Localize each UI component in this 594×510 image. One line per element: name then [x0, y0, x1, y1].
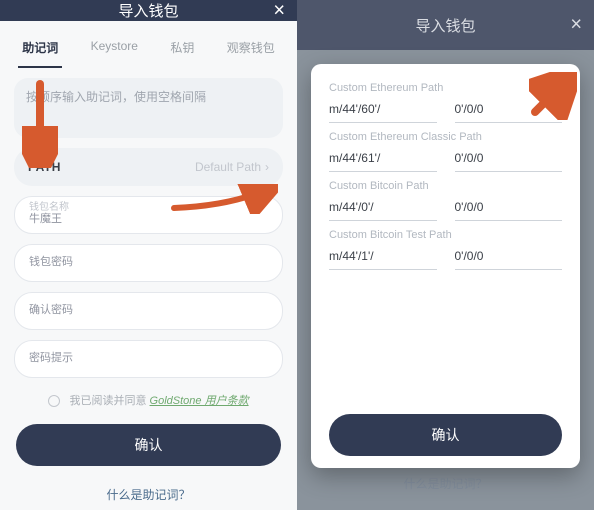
wallet-name-field[interactable]: 钱包名称 牛魔王 — [14, 196, 283, 234]
confirm-password-label: 确认密码 — [29, 304, 268, 317]
path-prefix-input[interactable]: m/44'/0'/ — [329, 198, 437, 221]
path-value: Default Path › — [195, 160, 269, 174]
confirm-button-label: 确认 — [135, 435, 163, 455]
tab-watch[interactable]: 观察钱包 — [223, 33, 279, 68]
path-row-btc: m/44'/0'/ 0'/0/0 — [329, 198, 562, 221]
modal-confirm-button[interactable]: 确认 — [329, 414, 562, 456]
header-bar: 导入钱包 × — [297, 0, 594, 50]
close-icon[interactable]: × — [570, 14, 582, 37]
confirm-button[interactable]: 确认 — [16, 424, 281, 466]
path-prefix-value: m/44'/61'/ — [329, 151, 380, 165]
path-suffix-input[interactable]: 0'/0/0 — [455, 198, 563, 221]
tab-keystore[interactable]: Keystore — [87, 33, 142, 68]
path-value-text: Default Path — [195, 160, 261, 174]
path-section-label: Custom Bitcoin Test Path — [329, 229, 562, 241]
path-suffix-value: 0'/0/0 — [455, 151, 484, 165]
help-link[interactable]: 什么是助记词？ — [14, 486, 283, 503]
path-suffix-value: 0'/0/0 — [455, 102, 484, 116]
path-suffix-input[interactable]: 0'/0/0 — [455, 100, 563, 123]
screen-left: 导入钱包 × 助记词 Keystore 私钥 观察钱包 按顺序输入助记词，使用空… — [0, 0, 297, 510]
help-link-text: 什么是助记词？ — [106, 488, 190, 502]
path-section-label: Custom Ethereum Classic Path — [329, 131, 562, 143]
wallet-password-label: 钱包密码 — [29, 256, 268, 269]
wallet-name-value: 牛魔王 — [29, 213, 268, 226]
wallet-password-field[interactable]: 钱包密码 — [14, 244, 283, 282]
close-icon[interactable]: × — [273, 0, 285, 22]
screen-right: 导入钱包 × 助记词 Keystore 私钥 观察钱包 确认 什么是助记词？ C… — [297, 0, 594, 510]
password-hint-field[interactable]: 密码提示 — [14, 340, 283, 378]
terms-link[interactable]: GoldStone 用户条款 — [150, 395, 249, 407]
path-modal: Custom Ethereum Path m/44'/60'/ 0'/0/0 C… — [311, 64, 580, 468]
tab-mnemonic[interactable]: 助记词 — [18, 33, 62, 68]
header-bar: 导入钱包 × — [0, 0, 297, 21]
path-prefix-value: m/44'/1'/ — [329, 249, 374, 263]
mnemonic-placeholder: 按顺序输入助记词，使用空格间隔 — [26, 90, 206, 104]
header-title: 导入钱包 — [118, 0, 178, 21]
path-prefix-value: m/44'/60'/ — [329, 102, 380, 116]
wallet-name-label: 钱包名称 — [29, 203, 268, 213]
password-hint-label: 密码提示 — [29, 352, 268, 365]
confirm-password-field[interactable]: 确认密码 — [14, 292, 283, 330]
path-section-label: Custom Ethereum Path — [329, 82, 562, 94]
path-suffix-input[interactable]: 0'/0/0 — [455, 247, 563, 270]
path-row-etc: m/44'/61'/ 0'/0/0 — [329, 149, 562, 172]
tab-privatekey[interactable]: 私钥 — [166, 33, 198, 68]
modal-confirm-label: 确认 — [432, 425, 460, 445]
path-row-eth: m/44'/60'/ 0'/0/0 — [329, 100, 562, 123]
path-row[interactable]: PATH Default Path › — [14, 148, 283, 186]
header-title: 导入钱包 — [415, 15, 475, 36]
path-suffix-value: 0'/0/0 — [455, 200, 484, 214]
path-prefix-input[interactable]: m/44'/61'/ — [329, 149, 437, 172]
help-link-text: 什么是助记词？ — [403, 477, 487, 491]
help-link-dim: 什么是助记词？ — [311, 475, 580, 492]
terms-prefix: 我已阅读并同意 — [69, 395, 146, 407]
checkbox-icon[interactable] — [48, 395, 60, 407]
path-section-label: Custom Bitcoin Path — [329, 180, 562, 192]
path-prefix-input[interactable]: m/44'/60'/ — [329, 100, 437, 123]
terms-row[interactable]: 我已阅读并同意 GoldStone 用户条款 — [14, 392, 283, 408]
chevron-right-icon: › — [265, 160, 269, 174]
path-row-btctest: m/44'/1'/ 0'/0/0 — [329, 247, 562, 270]
path-label: PATH — [28, 160, 61, 174]
path-suffix-input[interactable]: 0'/0/0 — [455, 149, 563, 172]
path-prefix-input[interactable]: m/44'/1'/ — [329, 247, 437, 270]
tabs-row: 助记词 Keystore 私钥 观察钱包 — [0, 21, 297, 68]
content-left: 按顺序输入助记词，使用空格间隔 PATH Default Path › 钱包名称… — [0, 68, 297, 510]
path-prefix-value: m/44'/0'/ — [329, 200, 374, 214]
path-suffix-value: 0'/0/0 — [455, 249, 484, 263]
mnemonic-input[interactable]: 按顺序输入助记词，使用空格间隔 — [14, 78, 283, 138]
